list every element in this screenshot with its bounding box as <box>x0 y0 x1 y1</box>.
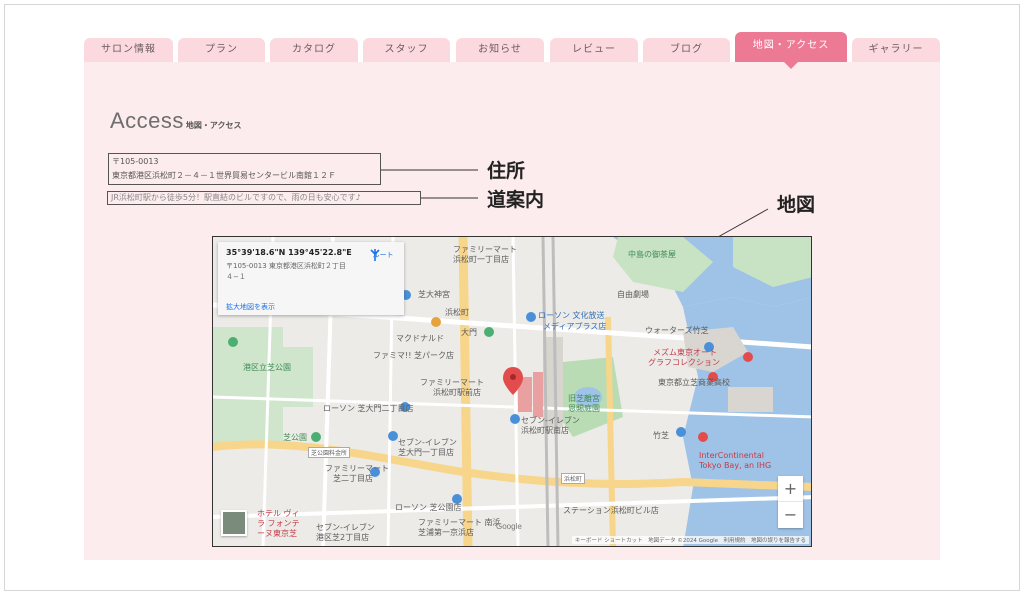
map-label-familymart-3b: 浜松町駅前店 <box>433 388 481 397</box>
zoom-in-button[interactable]: + <box>778 476 803 502</box>
map-info-card: 35°39'18.6"N 139°45'22.8"E 〒105-0013 東京都… <box>218 242 404 315</box>
map-label-jiyu-gekijo: 自由劇場 <box>617 290 649 299</box>
map-card-address: 〒105-0013 東京都港区浜松町２丁目４−１ <box>226 262 346 281</box>
map-label-lawson-2: ローソン 芝大門二丁目店 <box>323 404 414 413</box>
map-label-shiba-park-2: 芝公園 <box>283 433 307 442</box>
callout-map: 地図 <box>777 194 816 216</box>
map-label-toshi-hotel: 東京都立芝商業高校 <box>658 378 730 387</box>
callout-directions: 道案内 <box>487 189 545 211</box>
map-label-seven-2b: 浜松町駅南店 <box>521 426 569 435</box>
google-map[interactable]: ファミリーマート 浜松町一丁目店 芝大神宮 浜松町 大門 マクドナルド ファミマ… <box>212 236 812 547</box>
callout-address: 住所 <box>487 160 526 182</box>
map-label-shiba-park: 港区立芝公園 <box>243 363 291 372</box>
map-label-lawson-3: ローソン 芝公園店 <box>395 503 462 512</box>
map-label-familymart-5b: 芝浦第一京浜店 <box>418 528 474 537</box>
map-label-hamarikyu-b: 恩賜庭園 <box>568 404 600 413</box>
map-label-chuo-no-komakoro: 中島の御茶屋 <box>628 250 676 259</box>
zoom-out-button[interactable]: − <box>778 502 803 528</box>
map-label-waters-takeshiba: ウォーターズ竹芝 <box>645 326 709 335</box>
map-label-seven-1b: 芝大門一丁目店 <box>398 448 454 457</box>
route-button[interactable]: ルート <box>368 248 398 261</box>
map-label-takeshiba: 竹芝 <box>653 431 669 440</box>
directions-icon <box>370 249 380 261</box>
map-label-shiba-koen-tollgate: 芝公園料金所 <box>308 447 351 458</box>
map-attribution[interactable]: キーボード ショートカット 地図データ ©2024 Google 利用規約 地図… <box>571 536 809 544</box>
map-label-lawson-1b: メディアプラス店 <box>543 322 607 331</box>
map-label-mcdonalds: マクドナルド <box>396 334 444 343</box>
map-label-intercontinental: InterContinental <box>699 451 765 460</box>
zoom-control: + − <box>778 476 803 528</box>
map-label-hamamatsucho: 浜松町 <box>445 308 469 317</box>
map-label-daimon: 大門 <box>461 328 477 337</box>
google-logo: Google <box>496 522 522 531</box>
map-label-shiba-daijingu: 芝大神宮 <box>418 290 450 299</box>
map-label-mezzo-auto-b: グラフコレクション <box>648 358 720 367</box>
larger-map-link[interactable]: 拡大地図を表示 <box>226 302 275 312</box>
map-label-hotel-villa-fontaine: ホテル ヴィラ フォンテーヌ東京芝 <box>257 509 300 538</box>
map-label-station-building: ステーション浜松町ビル店 <box>563 506 659 515</box>
map-label-lawson-1: ローソン 文化放送 <box>538 311 605 320</box>
map-label-familymart-1b: 浜松町一丁目店 <box>453 255 509 264</box>
map-label-intercontinental-b: Tokyo Bay, an IHG <box>699 461 772 470</box>
map-label-familymart-4b: 芝二丁目店 <box>333 474 373 483</box>
map-label-seven-3b: 港区芝2丁目店 <box>316 533 370 542</box>
satellite-toggle-thumbnail[interactable] <box>221 510 247 536</box>
map-label-familymart-2: ファミマ!! 芝パーク店 <box>373 351 454 360</box>
map-label-hamamatsucho-st: 浜松町 <box>561 473 586 484</box>
